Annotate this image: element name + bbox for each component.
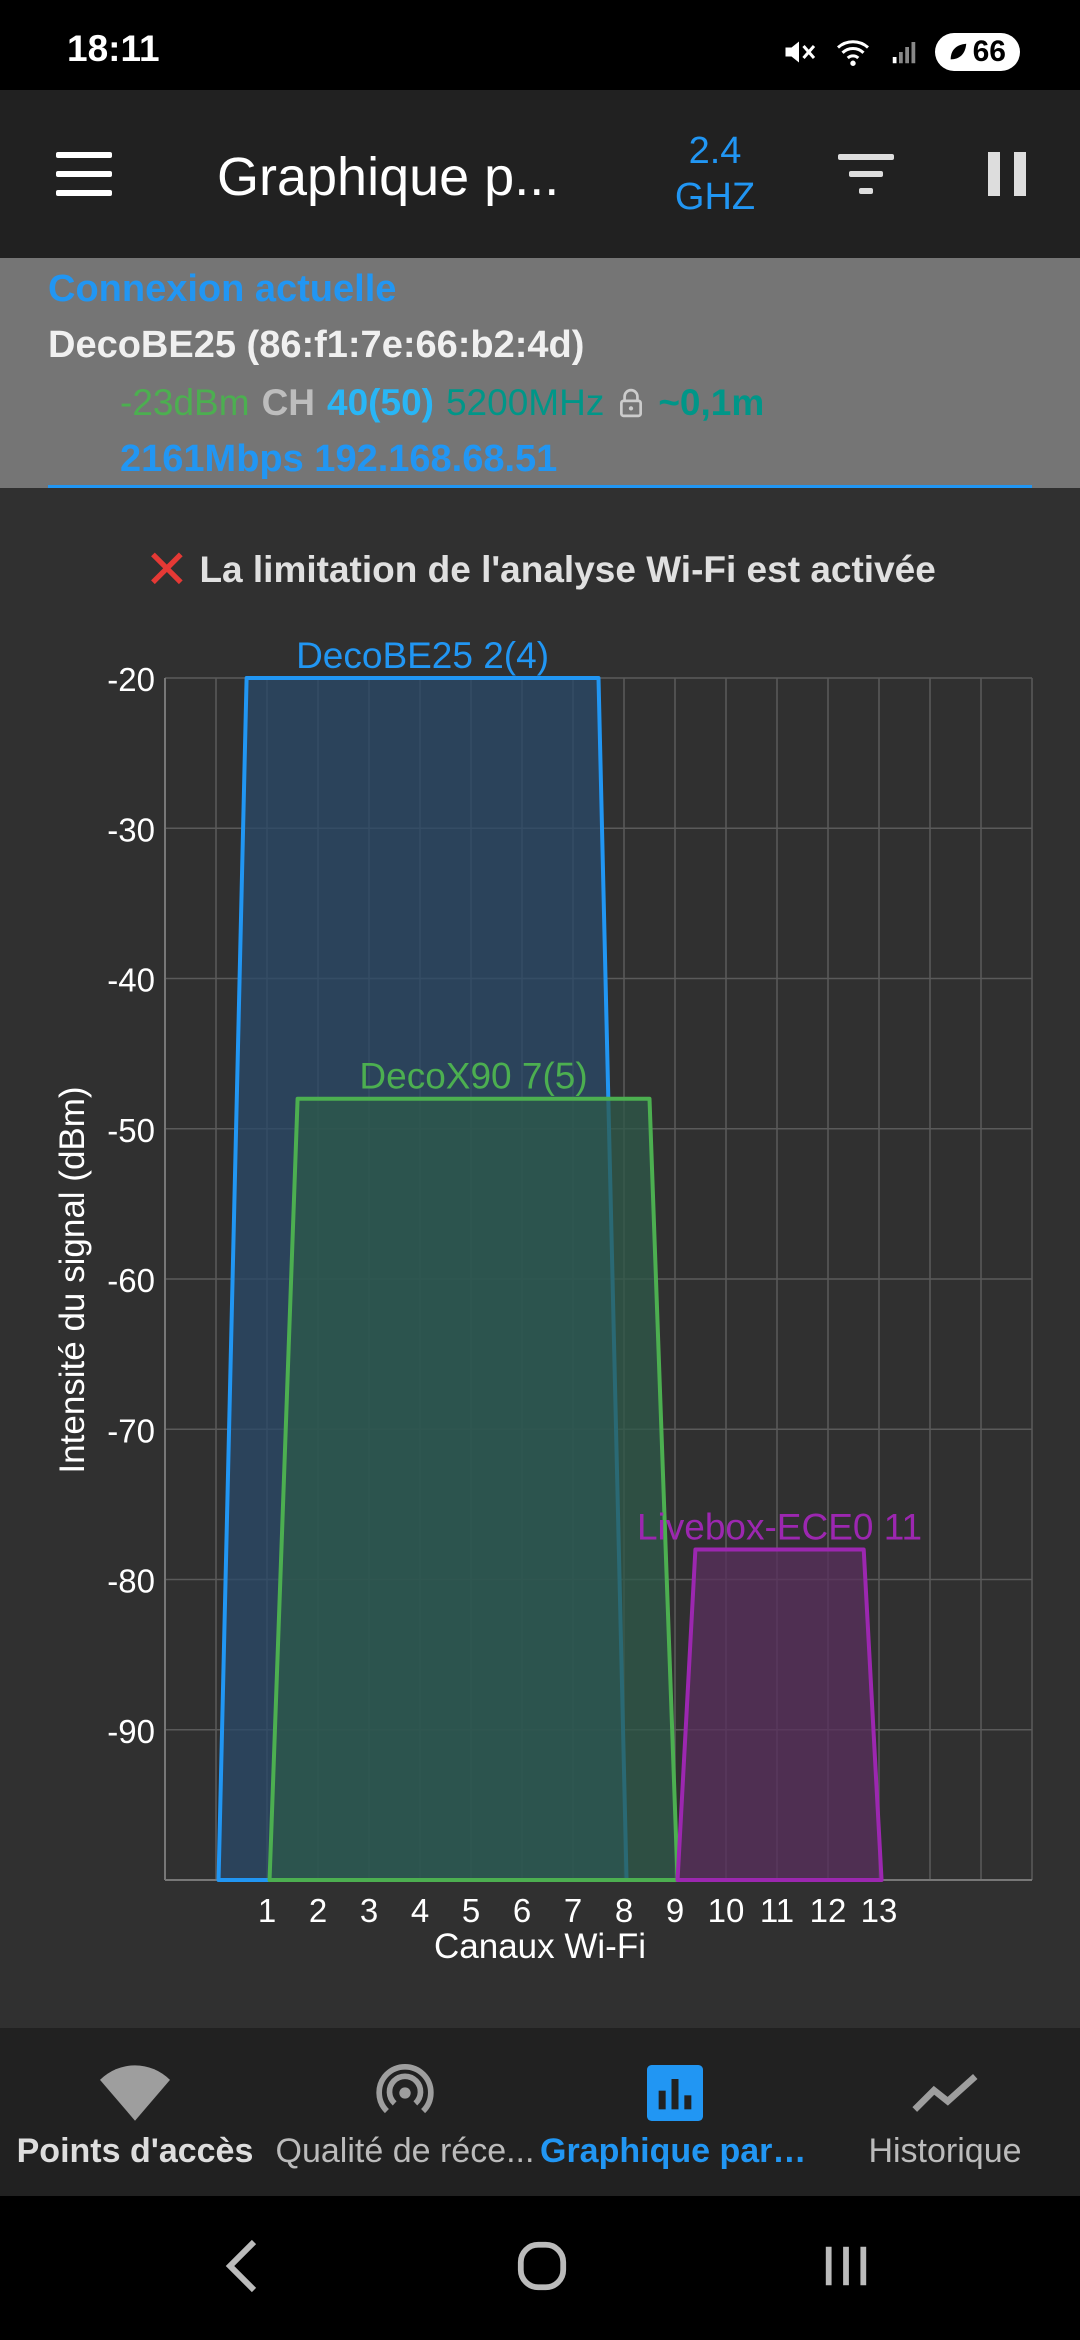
series-label-2: DecoX90 7(5) — [359, 1056, 587, 1097]
nav-history-label: Historique — [868, 2132, 1022, 2170]
close-x-icon: ✕ — [144, 540, 190, 600]
wifi-icon — [100, 2065, 170, 2121]
distance: ~0,1m — [658, 382, 765, 423]
series-label-3: Livebox-ECE0 11 — [637, 1506, 922, 1547]
connection-details: -23dBm CH 40(50) 5200MHz ~0,1m — [120, 382, 764, 424]
x-tick-label: 1 — [258, 1892, 276, 1929]
y-tick-label: -20 — [107, 661, 155, 698]
cell-signal-icon — [892, 42, 915, 64]
x-tick-label: 7 — [564, 1892, 582, 1929]
y-tick-label: -80 — [107, 1563, 155, 1600]
channel-label: CH — [261, 382, 316, 423]
back-button[interactable] — [202, 2236, 282, 2296]
x-tick-label: 3 — [360, 1892, 378, 1929]
wifi-status-icon — [836, 40, 869, 66]
bar-chart-icon — [647, 2065, 703, 2121]
warning-text: La limitation de l'analyse Wi-Fi est act… — [199, 549, 936, 590]
band-toggle-button[interactable]: 2.4 GHZ — [665, 128, 765, 220]
history-line-icon — [912, 2074, 978, 2112]
y-tick-label: -90 — [107, 1713, 155, 1750]
pause-button[interactable] — [988, 152, 1028, 196]
nav-access-points[interactable]: Points d'accès — [0, 2028, 270, 2196]
x-axis-title: Canaux Wi-Fi — [434, 1927, 646, 1966]
recents-button[interactable] — [806, 2236, 886, 2296]
series-area-3 — [675, 1547, 884, 1882]
y-axis-title: Intensité du signal (dBm) — [53, 1086, 92, 1473]
y-tick-label: -70 — [107, 1412, 155, 1449]
nav-channel-graph[interactable]: Graphique par ... — [540, 2028, 810, 2196]
page-title: Graphique p... — [217, 147, 560, 207]
x-tick-label: 10 — [708, 1892, 745, 1929]
nav-access-points-label: Points d'accès — [16, 2132, 254, 2170]
mute-icon — [785, 41, 815, 63]
x-tick-label: 13 — [861, 1892, 898, 1929]
menu-button[interactable] — [56, 152, 112, 196]
band-unit: GHZ — [674, 176, 756, 218]
lock-icon — [620, 388, 643, 418]
connection-divider — [48, 485, 1032, 488]
channel-value: 40(50) — [327, 382, 434, 423]
nav-history[interactable]: Historique — [810, 2028, 1080, 2196]
back-icon — [225, 2239, 257, 2293]
nav-signal-quality-label: Qualité de réce... — [275, 2132, 535, 2170]
status-icons: 66 — [781, 30, 1020, 74]
x-tick-label: 6 — [513, 1892, 531, 1929]
connection-heading: Connexion actuelle — [48, 268, 397, 310]
current-connection-panel: Connexion actuelle DecoBE25 (86:f1:7e:66… — [0, 258, 1080, 488]
frequency: 5200MHz — [445, 382, 605, 423]
x-tick-label: 2 — [309, 1892, 327, 1929]
signal-strength: -23dBm — [120, 382, 250, 423]
scan-throttle-warning: ✕ La limitation de l'analyse Wi-Fi est a… — [0, 540, 1080, 600]
status-time: 18:11 — [67, 28, 160, 69]
signal-quality-icon — [376, 2064, 434, 2114]
home-button[interactable] — [502, 2236, 582, 2296]
battery-level: 66 — [972, 35, 1006, 68]
bottom-navigation: Points d'accès Qualité de réce... Graphi… — [0, 2028, 1080, 2196]
nav-channel-graph-label: Graphique par ... — [540, 2132, 810, 2170]
y-tick-label: -30 — [107, 811, 155, 848]
y-tick-label: -60 — [107, 1262, 155, 1299]
x-tick-label: 11 — [760, 1892, 794, 1929]
x-tick-label: 12 — [810, 1892, 847, 1929]
x-tick-label: 4 — [411, 1892, 429, 1929]
x-tick-label: 8 — [615, 1892, 633, 1929]
y-tick-label: -50 — [107, 1112, 155, 1149]
nav-signal-quality[interactable]: Qualité de réce... — [270, 2028, 540, 2196]
x-tick-label: 5 — [462, 1892, 480, 1929]
y-tick-label: -40 — [107, 962, 155, 999]
leaf-icon — [950, 43, 966, 60]
band-value: 2.4 — [688, 130, 742, 172]
series-area-2 — [267, 1096, 680, 1882]
battery-indicator: 66 — [934, 33, 1020, 71]
system-navigation-bar — [0, 2196, 1080, 2340]
channel-graph: DecoBE25 2(4) DecoX90 7(5) Livebox-ECE0 11… — [53, 635, 1033, 1966]
home-icon — [517, 2241, 567, 2291]
speed-and-ip: 2161Mbps 192.168.68.51 — [120, 438, 558, 480]
x-tick-label: 9 — [666, 1892, 684, 1929]
filter-icon[interactable] — [838, 152, 894, 196]
status-bar: 18:11 66 — [0, 0, 1080, 90]
recents-icon — [825, 2246, 867, 2286]
app-bar: Graphique p... 2.4 GHZ — [0, 90, 1080, 258]
series-label-1: DecoBE25 2(4) — [296, 635, 549, 676]
connection-ssid: DecoBE25 (86:f1:7e:66:b2:4d) — [48, 324, 585, 366]
